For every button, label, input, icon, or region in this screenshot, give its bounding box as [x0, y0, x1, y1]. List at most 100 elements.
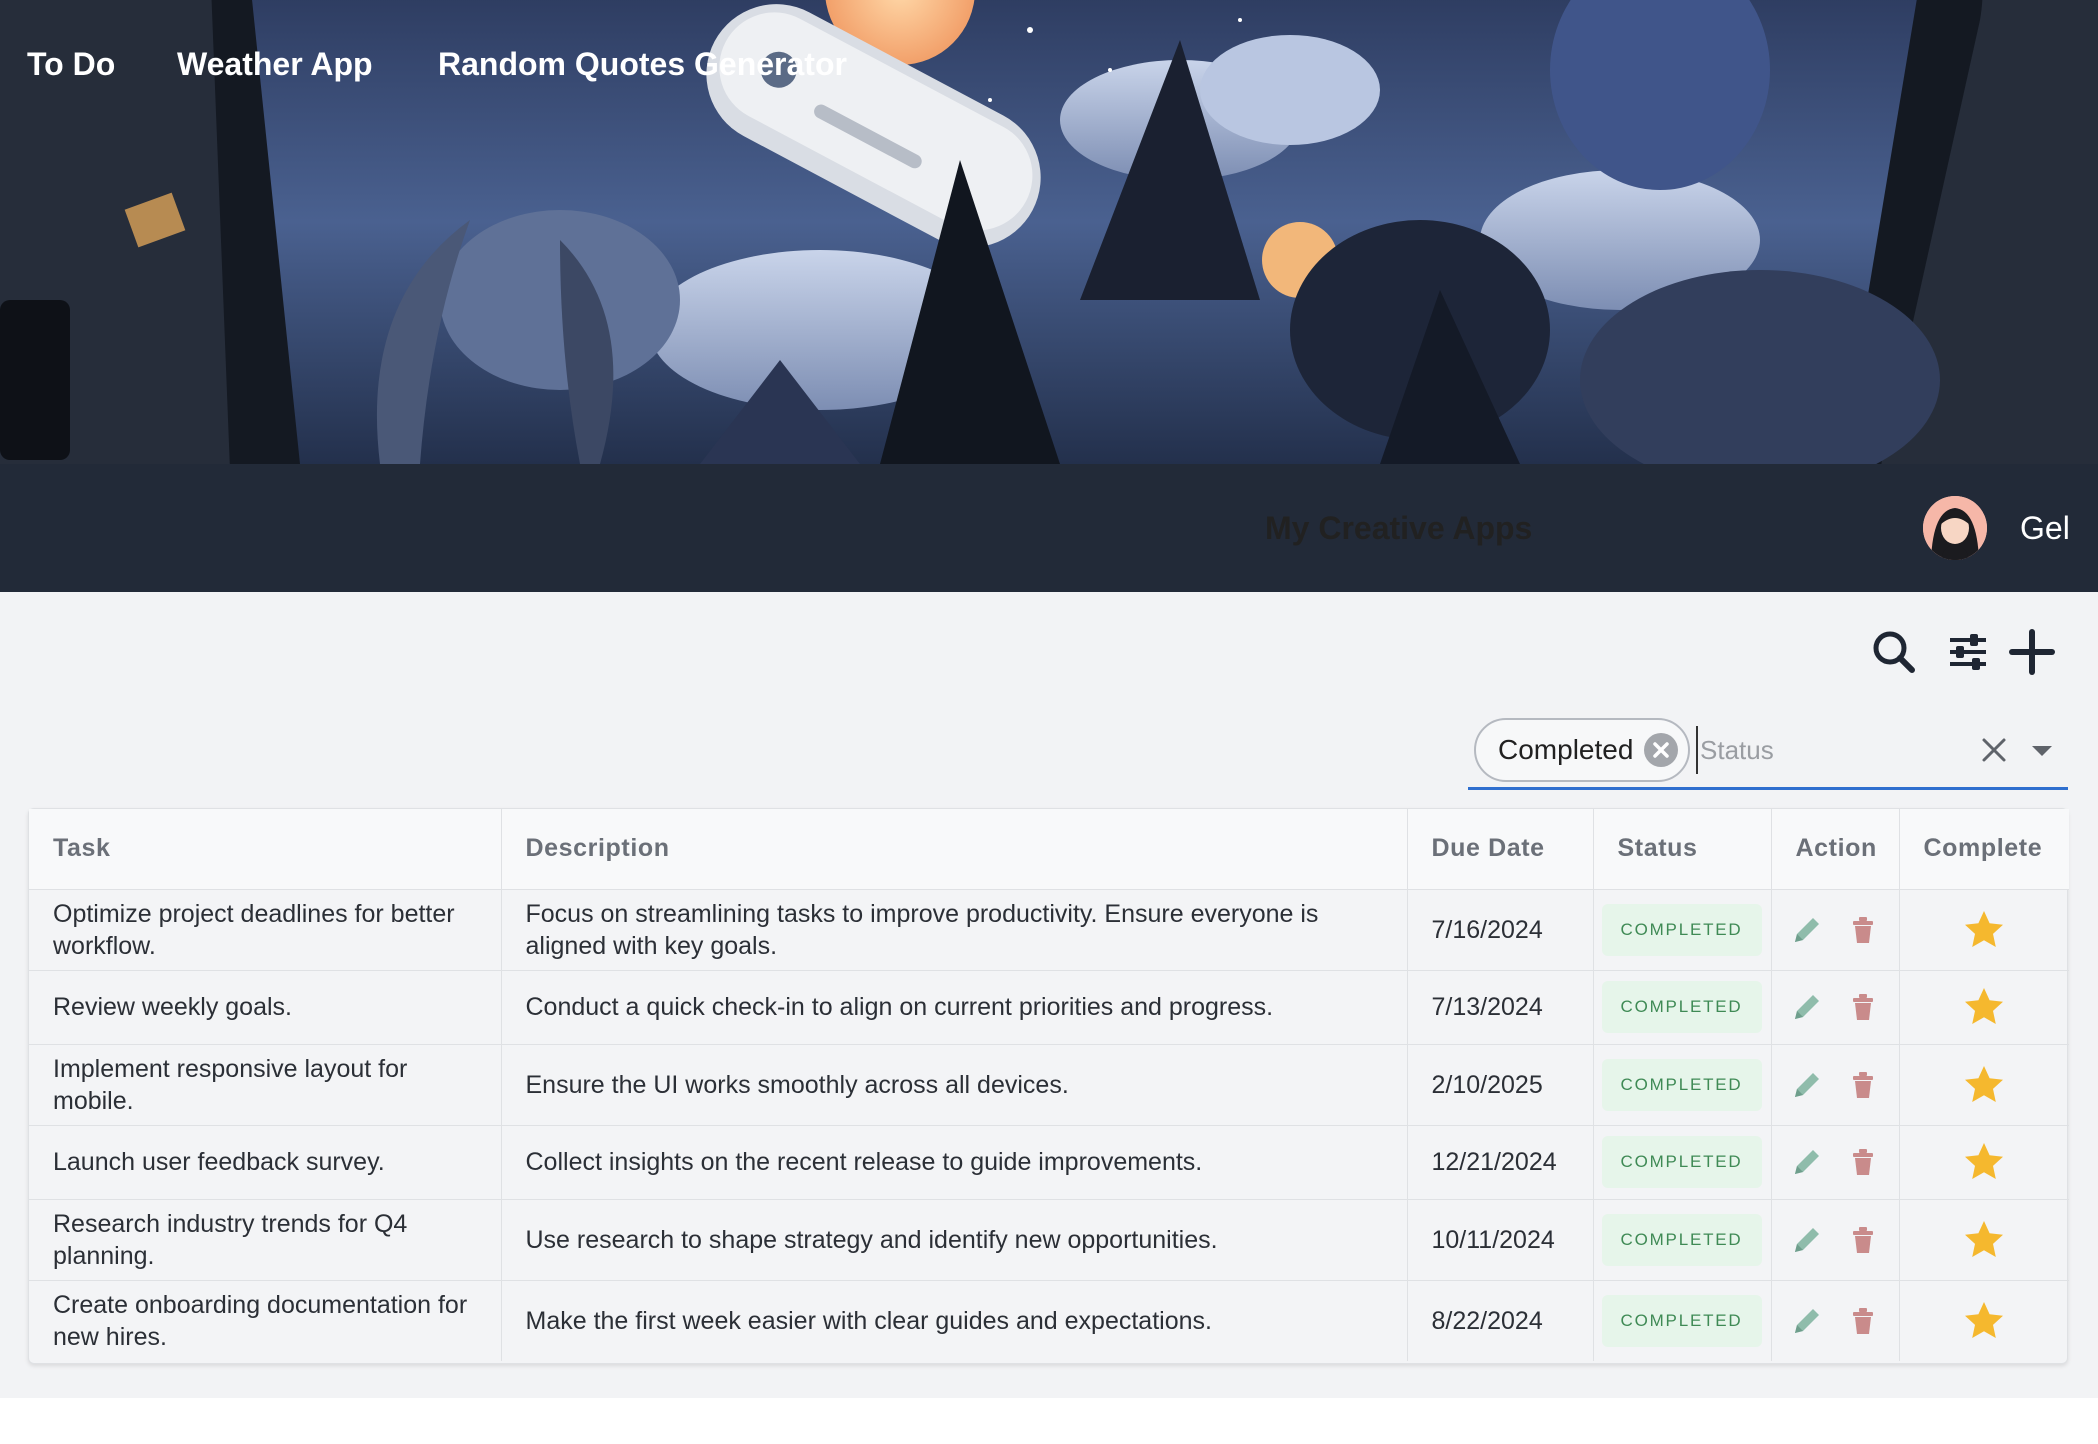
due-date-cell: 7/13/2024: [1407, 970, 1594, 1045]
nav-link-todo[interactable]: To Do: [27, 0, 115, 128]
status-cell: COMPLETED: [1593, 1044, 1772, 1126]
complete-cell: [1899, 1280, 2069, 1361]
status-filter-input[interactable]: [1696, 726, 1956, 774]
table-header-row: Task Description Due Date Status Action …: [29, 809, 2069, 890]
user-avatar[interactable]: [1923, 496, 1987, 560]
trash-icon: [1853, 916, 1873, 943]
complete-toggle[interactable]: [1962, 908, 2006, 952]
task-cell: Create onboarding documentation for new …: [29, 1280, 502, 1361]
search-button[interactable]: [1868, 626, 1920, 678]
column-header-task[interactable]: Task: [29, 809, 502, 890]
task-cell: Research industry trends for Q4 planning…: [29, 1199, 502, 1281]
delete-button[interactable]: [1845, 1303, 1881, 1339]
filter-sliders-icon: [1950, 634, 1986, 670]
due-date-cell: 2/10/2025: [1407, 1044, 1594, 1126]
delete-button[interactable]: [1845, 989, 1881, 1025]
delete-button[interactable]: [1845, 1222, 1881, 1258]
star-icon: [1965, 1143, 2004, 1179]
trash-icon: [1853, 994, 1873, 1020]
star-icon: [1965, 1065, 2004, 1102]
action-cell: [1771, 1199, 1900, 1281]
star-icon: [1965, 1220, 2004, 1257]
filter-clear-button[interactable]: [1976, 732, 2012, 768]
description-cell: Ensure the UI works smoothly across all …: [501, 1044, 1408, 1126]
table-row: Research industry trends for Q4 planning…: [29, 1199, 2069, 1281]
description-cell: Make the first week easier with clear gu…: [501, 1280, 1408, 1361]
due-date-cell: 10/11/2024: [1407, 1199, 1594, 1281]
action-cell: [1771, 970, 1900, 1045]
status-cell: COMPLETED: [1593, 1125, 1772, 1200]
table-row: Optimize project deadlines for better wo…: [29, 889, 2069, 971]
chip-label: Completed: [1498, 734, 1634, 765]
add-task-button[interactable]: [2006, 626, 2058, 678]
status-cell: COMPLETED: [1593, 1199, 1772, 1281]
pencil-icon: [1795, 1227, 1819, 1252]
complete-toggle[interactable]: [1962, 985, 2006, 1029]
nav-link-random-quotes[interactable]: Random Quotes Generator: [438, 0, 847, 128]
description-cell: Conduct a quick check-in to align on cur…: [501, 970, 1408, 1045]
status-badge: COMPLETED: [1601, 1213, 1762, 1266]
status-badge: COMPLETED: [1601, 1294, 1762, 1347]
column-header-due-date[interactable]: Due Date: [1407, 809, 1594, 890]
complete-cell: [1899, 1125, 2069, 1200]
star-icon: [1965, 988, 2004, 1024]
status-filter: Completed: [1468, 714, 2068, 790]
table-row: Launch user feedback survey. Collect insi…: [29, 1125, 2069, 1200]
edit-button[interactable]: [1789, 1222, 1825, 1258]
top-navigation-bar: [0, 464, 2098, 592]
table-row: Create onboarding documentation for new …: [29, 1280, 2069, 1361]
app-title: My Creative Apps: [1265, 510, 1533, 546]
description-cell: Use research to shape strategy and ident…: [501, 1199, 1408, 1281]
complete-cell: [1899, 889, 2069, 971]
task-cell: Optimize project deadlines for better wo…: [29, 889, 502, 971]
filter-settings-button[interactable]: [1942, 626, 1994, 678]
pencil-icon: [1795, 1072, 1819, 1097]
filter-dropdown-button[interactable]: [2024, 732, 2060, 768]
action-cell: [1771, 1044, 1900, 1126]
description-cell: Focus on streamlining tasks to improve p…: [501, 889, 1408, 971]
due-date-cell: 7/16/2024: [1407, 889, 1594, 971]
edit-button[interactable]: [1789, 989, 1825, 1025]
user-name: Gel: [2020, 510, 2070, 546]
status-cell: COMPLETED: [1593, 1280, 1772, 1361]
status-cell: COMPLETED: [1593, 970, 1772, 1045]
edit-button[interactable]: [1789, 1144, 1825, 1180]
table-row: Review weekly goals. Conduct a quick chec…: [29, 970, 2069, 1045]
status-cell: COMPLETED: [1593, 889, 1772, 971]
delete-button[interactable]: [1845, 912, 1881, 948]
status-badge: COMPLETED: [1601, 981, 1762, 1033]
status-badge: COMPLETED: [1601, 903, 1762, 956]
complete-toggle[interactable]: [1962, 1140, 2006, 1184]
delete-button[interactable]: [1845, 1067, 1881, 1103]
description-cell: Collect insights on the recent release t…: [501, 1125, 1408, 1200]
task-cell: Launch user feedback survey.: [29, 1125, 502, 1200]
pencil-icon: [1795, 1150, 1819, 1174]
trash-icon: [1853, 1226, 1873, 1253]
close-icon: [1982, 738, 2006, 762]
close-circle-icon: [1653, 742, 1669, 758]
trash-icon: [1853, 1307, 1873, 1334]
column-header-status[interactable]: Status: [1593, 809, 1772, 890]
edit-button[interactable]: [1789, 1303, 1825, 1339]
tasks-table: Task Description Due Date Status Action …: [28, 808, 2069, 1364]
edit-button[interactable]: [1789, 912, 1825, 948]
complete-toggle[interactable]: [1962, 1218, 2006, 1262]
complete-toggle[interactable]: [1962, 1063, 2006, 1107]
complete-cell: [1899, 1044, 2069, 1126]
complete-cell: [1899, 1199, 2069, 1281]
due-date-cell: 8/22/2024: [1407, 1280, 1594, 1361]
pencil-icon: [1795, 917, 1819, 942]
status-filter-chip[interactable]: Completed: [1474, 718, 1690, 782]
action-cell: [1771, 1280, 1900, 1361]
nav-link-weather-app[interactable]: Weather App: [177, 0, 373, 128]
column-header-description[interactable]: Description: [501, 809, 1408, 890]
edit-button[interactable]: [1789, 1067, 1825, 1103]
trash-icon: [1853, 1071, 1873, 1098]
complete-toggle[interactable]: [1962, 1299, 2006, 1343]
table-row: Implement responsive layout for mobile. E…: [29, 1044, 2069, 1126]
avatar-illustration-icon: [1923, 496, 1987, 560]
star-icon: [1965, 910, 2004, 947]
column-header-action: Action: [1771, 809, 1900, 890]
delete-button[interactable]: [1845, 1144, 1881, 1180]
chip-remove-button[interactable]: [1644, 733, 1678, 767]
